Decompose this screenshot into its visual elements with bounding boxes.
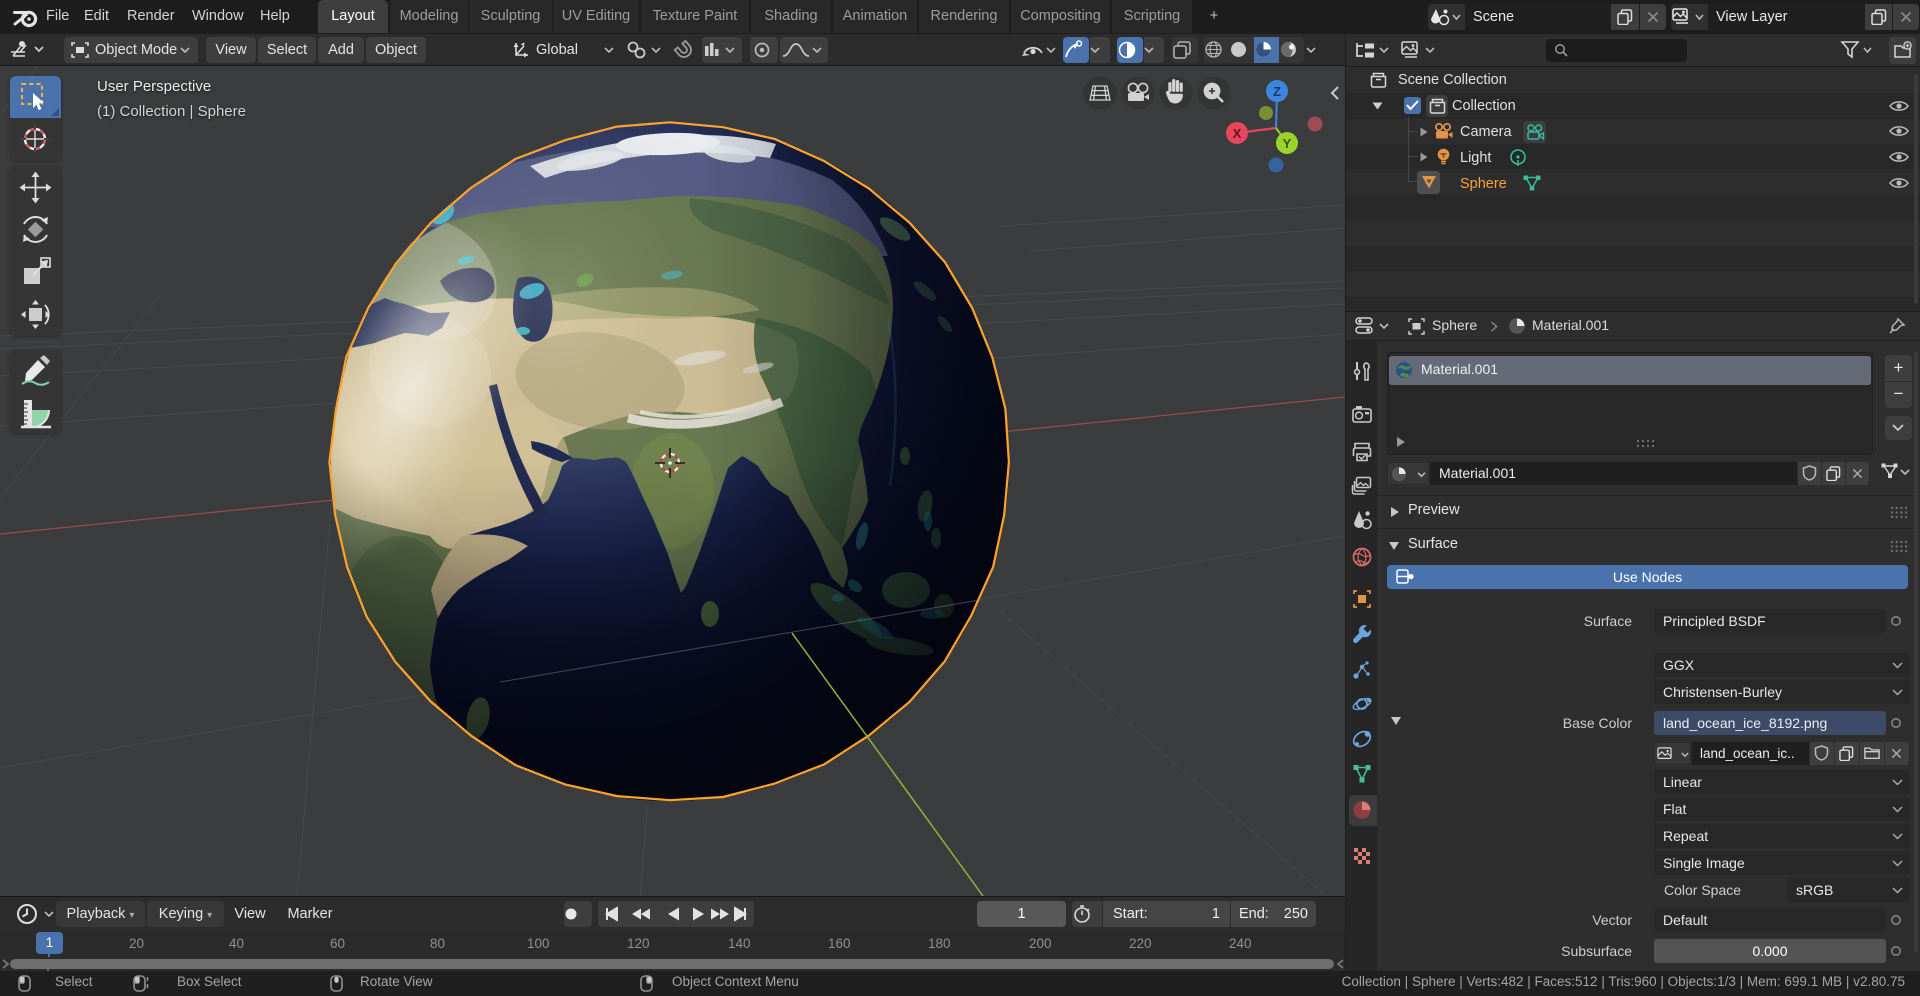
svg-text:Y: Y (1283, 136, 1292, 151)
svg-text:Z: Z (1273, 84, 1281, 99)
svg-text:X: X (1233, 126, 1242, 141)
